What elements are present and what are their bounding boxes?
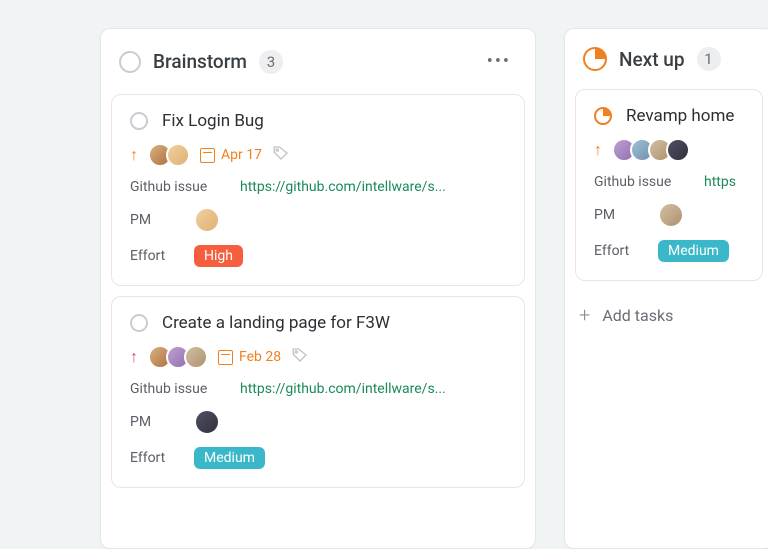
status-circle-icon: [119, 51, 141, 73]
add-tasks-label: Add tasks: [602, 306, 673, 325]
effort-tag[interactable]: Medium: [194, 447, 265, 469]
avatar: [184, 345, 208, 369]
priority-up-icon: ↑: [130, 347, 138, 367]
tag-icon[interactable]: [291, 346, 309, 368]
pm-field-label: PM: [130, 212, 174, 228]
column-count-badge: 1: [697, 47, 721, 71]
avatar: [166, 143, 190, 167]
column-count-badge: 3: [259, 50, 283, 74]
column-title: Brainstorm: [153, 50, 247, 73]
avatar: [666, 138, 690, 162]
kanban-board: Brainstorm 3 ••• Fix Login Bug ↑: [100, 0, 768, 549]
status-pie-icon[interactable]: [594, 107, 612, 125]
card-list: Fix Login Bug ↑ Apr 17: [101, 94, 535, 498]
calendar-icon: [200, 148, 215, 163]
status-pie-icon: [583, 47, 607, 71]
effort-field-label: Effort: [594, 243, 638, 259]
complete-toggle-icon[interactable]: [130, 314, 148, 332]
assignee-avatars[interactable]: [612, 138, 690, 162]
plus-icon: +: [579, 303, 590, 327]
calendar-icon: [218, 350, 233, 365]
add-tasks-button[interactable]: + Add tasks: [565, 291, 768, 345]
due-date-text: Feb 28: [239, 349, 281, 365]
complete-toggle-icon[interactable]: [130, 112, 148, 130]
effort-tag[interactable]: Medium: [658, 240, 729, 262]
pm-avatar[interactable]: [658, 202, 684, 228]
column-header[interactable]: Next up 1: [565, 29, 768, 89]
column-brainstorm: Brainstorm 3 ••• Fix Login Bug ↑: [100, 28, 536, 549]
pm-avatar[interactable]: [194, 409, 220, 435]
github-link[interactable]: https: [704, 174, 736, 190]
due-date-text: Apr 17: [221, 147, 262, 163]
github-field-label: Github issue: [130, 179, 220, 195]
task-card[interactable]: Revamp home ↑ Github issue https: [575, 89, 763, 281]
effort-field-label: Effort: [130, 248, 174, 264]
card-list: Revamp home ↑ Github issue https: [565, 89, 768, 291]
column-header[interactable]: Brainstorm 3 •••: [101, 29, 535, 94]
column-more-button[interactable]: •••: [483, 47, 515, 76]
assignee-avatars[interactable]: [148, 143, 190, 167]
task-card[interactable]: Fix Login Bug ↑ Apr 17: [111, 94, 525, 286]
github-link[interactable]: https://github.com/intellware/s...: [240, 381, 446, 397]
task-title: Create a landing page for F3W: [162, 313, 390, 333]
priority-up-icon: ↑: [594, 140, 602, 160]
column-next-up: Next up 1 Revamp home ↑: [564, 28, 768, 549]
column-title: Next up: [619, 48, 685, 71]
pm-field-label: PM: [594, 207, 638, 223]
pm-avatar[interactable]: [194, 207, 220, 233]
priority-up-icon: ↑: [130, 145, 138, 165]
effort-field-label: Effort: [130, 450, 174, 466]
task-title: Revamp home: [626, 106, 734, 126]
task-card[interactable]: Create a landing page for F3W ↑ Feb 28: [111, 296, 525, 488]
due-date[interactable]: Feb 28: [218, 349, 281, 365]
github-link[interactable]: https://github.com/intellware/s...: [240, 179, 446, 195]
effort-tag[interactable]: High: [194, 245, 243, 267]
github-field-label: Github issue: [130, 381, 220, 397]
tag-icon[interactable]: [272, 144, 290, 166]
pm-field-label: PM: [130, 414, 174, 430]
due-date[interactable]: Apr 17: [200, 147, 262, 163]
task-title: Fix Login Bug: [162, 111, 264, 131]
assignee-avatars[interactable]: [148, 345, 208, 369]
github-field-label: Github issue: [594, 174, 684, 190]
